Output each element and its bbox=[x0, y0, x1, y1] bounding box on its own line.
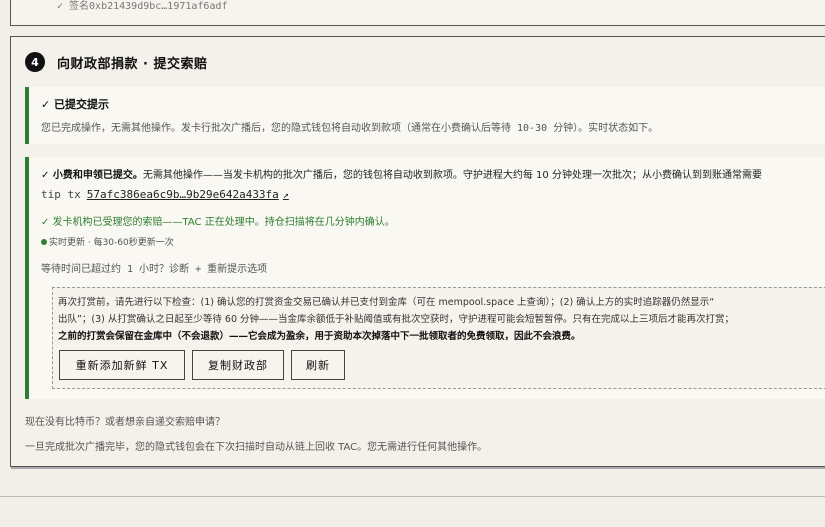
pre-retip-checklist: 再次打赏前，请先进行以下检查：(1) 确认您的打赏资金交易已确认并已支付到金库（… bbox=[52, 287, 825, 389]
diagnostics-toggle[interactable]: 等待时间已超过约 1 小时？诊断 + 重新提示选项 bbox=[41, 260, 267, 275]
checklist-line-1: 再次打赏前，请先进行以下检查：(1) 确认您的打赏资金交易已确认并已支付到金库（… bbox=[58, 297, 715, 308]
auto-recover-note: 一旦完成批次广播完毕，您的隐式钱包会在下次扫描时自动从链上回收 TAC。您无需进… bbox=[25, 442, 488, 453]
copy-treasury-button[interactable]: 复制财政部 bbox=[192, 350, 284, 380]
status-headline-rest: 无需其他操作——当发卡机构的批次广播后，您的钱包将自动收到款项。守护进程大约每 … bbox=[142, 170, 762, 181]
tip-tx-label: tip tx bbox=[41, 188, 81, 201]
step-title: 向财政部捐款 · 提交索赔 bbox=[57, 56, 208, 72]
tip-tx-row: tip tx 57afc386ea6c9b…9b29e642a433fa ↗ bbox=[41, 188, 289, 201]
notice-body: 您已完成操作，无需其他操作。发卡行批次广播后，您的隐式钱包将自动收到款项（通常在… bbox=[41, 123, 659, 134]
step-number-badge: 4 bbox=[25, 52, 45, 72]
claim-status-card: ✓ 小费和申领已提交。无需其他操作——当发卡机构的批次广播后，您的钱包将自动收到… bbox=[25, 157, 825, 399]
live-update-indicator: 实时更新 · 每30-60秒更新一次 bbox=[41, 235, 174, 248]
live-update-label: 实时更新 · 每30-60秒更新一次 bbox=[49, 238, 174, 248]
issuer-accepted-message: ✓ 发卡机构已受理您的索赔——TAC 正在处理中。持仓扫描将在几分钟内确认。 bbox=[41, 217, 395, 228]
step-header: 4 向财政部捐款 · 提交索赔 bbox=[25, 52, 208, 72]
step-4-panel: 4 向财政部捐款 · 提交索赔 ✓ 已提交提示 您已完成操作，无需其他操作。发卡… bbox=[10, 36, 825, 467]
status-headline-bold: ✓ 小费和申领已提交。 bbox=[41, 170, 143, 181]
checklist-line-2: 出队”；(3) 从打赏确认之日起至少等待 60 分钟——当金库余额低于补贴阈值或… bbox=[58, 314, 735, 325]
no-bitcoin-prompt[interactable]: 现在没有比特币？或者想亲自递交索赔申请？ bbox=[25, 413, 225, 428]
checklist-text: 再次打赏前，请先进行以下检查：(1) 确认您的打赏资金交易已确认并已支付到金库（… bbox=[58, 294, 825, 345]
previous-step-panel: ✓ 签名0xb21439d9bc…1971af6adf bbox=[10, 0, 825, 26]
submitted-notice: ✓ 已提交提示 您已完成操作，无需其他操作。发卡行批次广播后，您的隐式钱包将自动… bbox=[25, 87, 825, 144]
status-headline: ✓ 小费和申领已提交。无需其他操作——当发卡机构的批次广播后，您的钱包将自动收到… bbox=[41, 166, 762, 181]
readd-fresh-tx-button[interactable]: 重新添加新鲜 TX bbox=[59, 350, 185, 380]
checklist-line-3: 之前的打赏会保留在金库中（不会退款）——它会成为盈余，用于资助本次掉落中下一批领… bbox=[58, 331, 581, 342]
tip-tx-link[interactable]: 57afc386ea6c9b…9b29e642a433fa ↗ bbox=[87, 188, 289, 201]
notice-title: ✓ 已提交提示 bbox=[41, 98, 110, 111]
divider bbox=[0, 496, 825, 497]
live-dot-icon bbox=[41, 238, 47, 245]
signature-text: ✓ 签名0xb21439d9bc…1971af6adf bbox=[57, 1, 228, 12]
action-buttons: 重新添加新鲜 TX 复制财政部 刷新 bbox=[59, 350, 352, 380]
tip-tx-hash: 57afc386ea6c9b…9b29e642a433fa bbox=[86, 188, 279, 201]
refresh-button[interactable]: 刷新 bbox=[291, 350, 345, 380]
external-link-icon: ↗ bbox=[282, 190, 289, 201]
